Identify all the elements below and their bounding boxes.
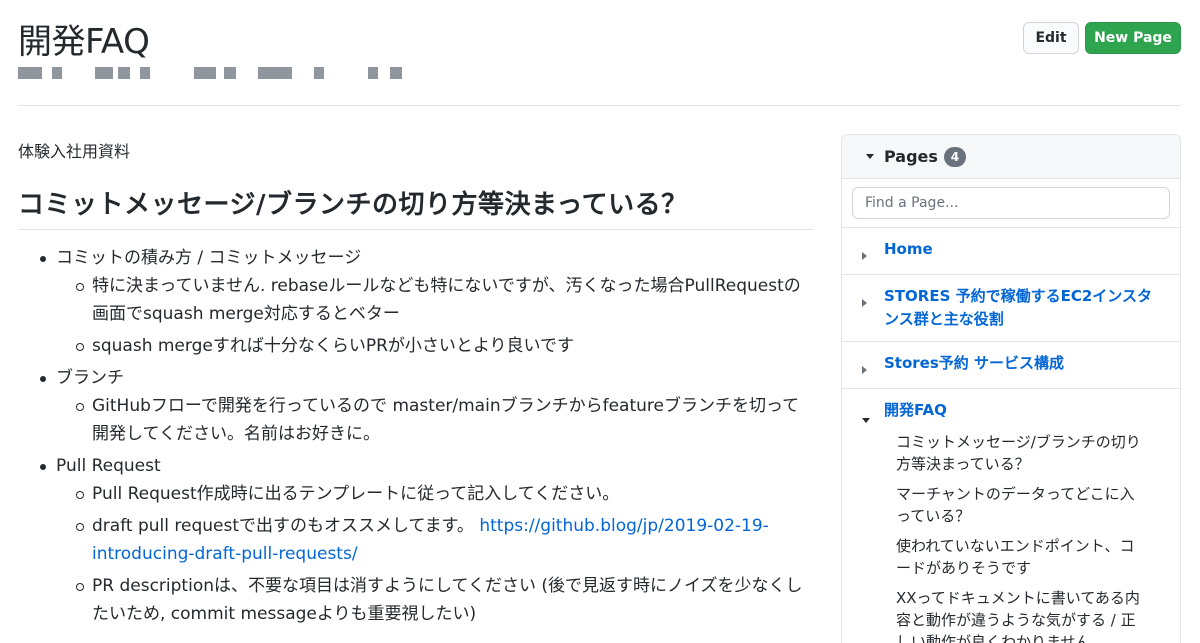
new-page-button[interactable]: New Page	[1085, 22, 1181, 54]
list-item: コミットの積み方 / コミットメッセージ 特に決まっていません. rebaseル…	[38, 244, 814, 360]
pages-sidebar: Pages 4 Home STORES 予約で稼働するEC2インスタンス群と主な…	[841, 134, 1181, 643]
faq-list: コミットの積み方 / コミットメッセージ 特に決まっていません. rebaseル…	[18, 244, 814, 628]
section-list: コミットメッセージ/ブランチの切り方等決まっている？ マーチャントのデータってど…	[862, 427, 1164, 643]
list-item-text: draft pull requestで出すのもオススメしてます。	[92, 516, 474, 536]
sidebar-item-label[interactable]: STORES 予約で稼働するEC2インスタンス群と主な役割	[884, 285, 1164, 331]
chevron-right-icon[interactable]	[862, 252, 867, 260]
list-item: Pull Request作成時に出るテンプレートに従って記入してください。	[74, 480, 814, 508]
list-item: ブランチ GitHubフローで開発を行っているので master/mainブラン…	[38, 364, 814, 448]
pages-count-badge: 4	[943, 146, 966, 167]
redacted-author-line	[18, 67, 418, 81]
sidebar-item-label[interactable]: Stores予約 サービス構成	[884, 352, 1064, 375]
header-divider	[18, 105, 1181, 106]
edit-button[interactable]: Edit	[1023, 22, 1079, 54]
sidebar-item-service-config[interactable]: Stores予約 サービス構成	[842, 342, 1180, 389]
sidebar-item-label[interactable]: 開発FAQ	[884, 399, 947, 422]
list-item: GitHubフローで開発を行っているので master/mainブランチからfe…	[74, 392, 814, 448]
section-link[interactable]: コミットメッセージ/ブランチの切り方等決まっている？	[896, 431, 1146, 475]
pages-header[interactable]: Pages 4	[842, 135, 1180, 179]
section-heading: コミットメッセージ/ブランチの切り方等決まっている？	[18, 184, 814, 230]
section-link[interactable]: マーチャントのデータってどこに入っている？	[896, 483, 1146, 527]
sidebar-item-dev-faq[interactable]: 開発FAQ コミットメッセージ/ブランチの切り方等決まっている？ マーチャントの…	[842, 389, 1180, 643]
list-item: draft pull requestで出すのもオススメしてます。 https:/…	[74, 512, 814, 568]
wiki-content: 体験入社用資料 コミットメッセージ/ブランチの切り方等決まっている？ コミットの…	[18, 128, 814, 632]
list-item: Pull Request Pull Request作成時に出るテンプレートに従っ…	[38, 452, 814, 628]
pages-title: Pages	[884, 147, 938, 166]
page-search-input[interactable]	[852, 187, 1170, 219]
list-item-label: ブランチ	[56, 368, 124, 388]
chevron-down-icon	[866, 154, 874, 159]
section-link[interactable]: XXってドキュメントに書いてある内容と動作が違うような気がする / 正しい動作が…	[896, 587, 1146, 643]
chevron-right-icon[interactable]	[862, 366, 867, 374]
page-subtitle: 体験入社用資料	[18, 142, 131, 161]
list-item: squash mergeすれば十分なくらいPRが小さいとより良いです	[74, 332, 814, 360]
section-link[interactable]: 使われていないエンドポイント、コードがありそうです	[896, 535, 1146, 579]
page-search-container	[842, 179, 1180, 228]
list-item-label: Pull Request	[56, 456, 161, 476]
chevron-right-icon[interactable]	[862, 299, 867, 307]
sidebar-item-label[interactable]: Home	[884, 238, 933, 261]
sidebar-item-home[interactable]: Home	[842, 228, 1180, 275]
list-item: PR descriptionは、不要な項目は消すようにしてください (後で見返す…	[74, 572, 814, 628]
page-title: 開発FAQ	[18, 22, 150, 62]
chevron-down-icon[interactable]	[862, 418, 870, 423]
sidebar-item-ec2[interactable]: STORES 予約で稼働するEC2インスタンス群と主な役割	[842, 275, 1180, 342]
list-item-label: コミットの積み方 / コミットメッセージ	[56, 248, 362, 268]
list-item: 特に決まっていません. rebaseルールなども特にないですが、汚くなった場合P…	[74, 272, 814, 328]
